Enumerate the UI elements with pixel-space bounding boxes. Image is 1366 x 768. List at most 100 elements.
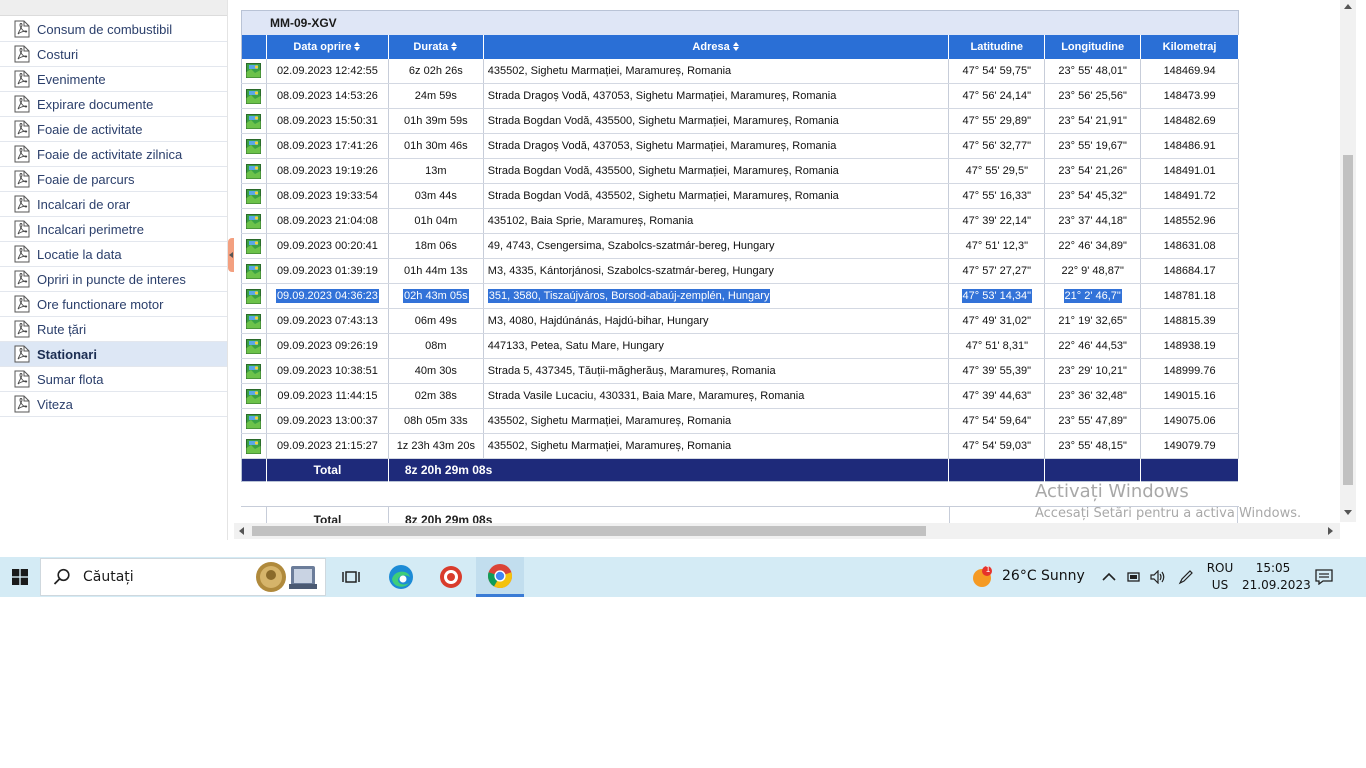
- table-row[interactable]: 08.09.2023 19:33:54 03m 44s Strada Bogdan …: [241, 183, 1239, 209]
- clock-date[interactable]: 21.09.2023: [1242, 578, 1311, 592]
- sidebar-report-item[interactable]: Opriri in puncte de interes: [0, 267, 227, 292]
- row-map-cell[interactable]: [241, 408, 267, 434]
- row-map-cell[interactable]: [241, 358, 267, 384]
- cell-kilometraj: 148486.91: [1140, 133, 1239, 159]
- row-map-cell[interactable]: [241, 58, 267, 84]
- sidebar-report-item[interactable]: Rute țări: [0, 317, 227, 342]
- table-row[interactable]: 08.09.2023 14:53:26 24m 59s Strada Dragoș …: [241, 83, 1239, 109]
- scroll-left-icon[interactable]: [239, 527, 244, 535]
- table-row[interactable]: 02.09.2023 12:42:55 6z 02h 26s 435502, Sig…: [241, 58, 1239, 84]
- map-icon[interactable]: [246, 388, 262, 404]
- map-icon[interactable]: [246, 88, 262, 104]
- row-map-cell[interactable]: [241, 158, 267, 184]
- map-icon[interactable]: [246, 313, 262, 329]
- sidebar-report-item[interactable]: Incalcari de orar: [0, 192, 227, 217]
- row-map-cell[interactable]: [241, 183, 267, 209]
- table-row[interactable]: 09.09.2023 11:44:15 02m 38s Strada Vasile …: [241, 383, 1239, 409]
- sort-icon[interactable]: [451, 42, 458, 52]
- sidebar-report-item[interactable]: Expirare documente: [0, 92, 227, 117]
- map-icon[interactable]: [246, 188, 262, 204]
- row-map-cell[interactable]: [241, 233, 267, 259]
- volume-icon[interactable]: [1150, 570, 1166, 584]
- table-row[interactable]: 09.09.2023 09:26:19 08m 447133, Petea, Sat…: [241, 333, 1239, 359]
- table-row[interactable]: 09.09.2023 07:43:13 06m 49s M3, 4080, Hajd…: [241, 308, 1239, 334]
- app-taskbar-button[interactable]: [433, 557, 469, 597]
- sidebar-report-item[interactable]: Costuri: [0, 42, 227, 67]
- map-icon[interactable]: [246, 113, 262, 129]
- chrome-taskbar-button[interactable]: [476, 557, 524, 597]
- row-map-cell[interactable]: [241, 333, 267, 359]
- row-map-cell[interactable]: [241, 383, 267, 409]
- sort-icon[interactable]: [354, 42, 361, 52]
- row-map-cell[interactable]: [241, 208, 267, 234]
- table-row[interactable]: 08.09.2023 17:41:26 01h 30m 46s Strada Dra…: [241, 133, 1239, 159]
- sidebar-report-item[interactable]: Foaie de parcurs: [0, 167, 227, 192]
- task-view-button[interactable]: [333, 557, 369, 597]
- map-icon[interactable]: [246, 438, 262, 454]
- row-map-cell[interactable]: [241, 83, 267, 109]
- map-icon[interactable]: [246, 163, 262, 179]
- map-icon[interactable]: [246, 63, 262, 79]
- sidebar-report-item[interactable]: Foaie de activitate zilnica: [0, 142, 227, 167]
- pen-icon[interactable]: [1178, 569, 1194, 585]
- cell-latitudine: 47° 49' 31,02": [948, 308, 1046, 334]
- map-icon[interactable]: [246, 363, 262, 379]
- chevron-up-icon[interactable]: [1102, 572, 1116, 582]
- weather-description[interactable]: Sunny: [1041, 568, 1085, 584]
- table-row[interactable]: 08.09.2023 15:50:31 01h 39m 59s Strada Bog…: [241, 108, 1239, 134]
- row-map-cell[interactable]: [241, 133, 267, 159]
- vertical-scroll-thumb[interactable]: [1343, 155, 1353, 485]
- horizontal-scrollbar[interactable]: [234, 523, 1340, 539]
- sidebar-report-item[interactable]: Stationari: [0, 342, 227, 367]
- map-icon[interactable]: [246, 338, 262, 354]
- horizontal-scroll-thumb[interactable]: [252, 526, 926, 536]
- table-row[interactable]: 09.09.2023 04:36:23 02h 43m 05s 351, 3580,…: [241, 283, 1239, 309]
- sidebar-report-item[interactable]: Evenimente: [0, 67, 227, 92]
- row-map-cell[interactable]: [241, 258, 267, 284]
- clock-time[interactable]: 15:05: [1242, 561, 1304, 575]
- header-data-oprire[interactable]: Data oprire: [266, 34, 389, 59]
- table-row[interactable]: 08.09.2023 21:04:08 01h 04m 435102, Baia S…: [241, 208, 1239, 234]
- language-top[interactable]: ROU: [1205, 561, 1235, 575]
- map-icon[interactable]: [246, 413, 262, 429]
- scroll-up-icon[interactable]: [1344, 4, 1352, 9]
- cell-latitudine: 47° 55' 16,33": [948, 183, 1046, 209]
- sidebar-report-item[interactable]: Incalcari perimetre: [0, 217, 227, 242]
- map-icon[interactable]: [246, 238, 262, 254]
- sidebar-report-item[interactable]: Viteza: [0, 392, 227, 417]
- table-row[interactable]: 09.09.2023 10:38:51 40m 30s Strada 5, 4373…: [241, 358, 1239, 384]
- table-row[interactable]: 09.09.2023 01:39:19 01h 44m 13s M3, 4335, …: [241, 258, 1239, 284]
- notifications-icon[interactable]: [1315, 569, 1333, 585]
- header-adresa[interactable]: Adresa: [483, 34, 950, 59]
- start-button[interactable]: [0, 557, 40, 597]
- language-bottom[interactable]: US: [1205, 578, 1235, 592]
- table-row[interactable]: 09.09.2023 13:00:37 08h 05m 33s 435502, Si…: [241, 408, 1239, 434]
- map-icon[interactable]: [246, 138, 262, 154]
- row-map-cell[interactable]: [241, 108, 267, 134]
- cell-text: 09.09.2023 09:26:19: [276, 340, 378, 352]
- table-row[interactable]: 08.09.2023 19:19:26 13m Strada Bogdan Vodă…: [241, 158, 1239, 184]
- sidebar-report-item[interactable]: Sumar flota: [0, 367, 227, 392]
- sidebar-report-item[interactable]: Consum de combustibil: [0, 17, 227, 42]
- taskbar-search-input[interactable]: Căutați: [40, 558, 326, 596]
- map-icon[interactable]: [246, 288, 262, 304]
- sidebar-report-item[interactable]: Ore functionare motor: [0, 292, 227, 317]
- header-durata[interactable]: Durata: [388, 34, 484, 59]
- row-map-cell[interactable]: [241, 433, 267, 459]
- table-row[interactable]: 09.09.2023 21:15:27 1z 23h 43m 20s 435502,…: [241, 433, 1239, 459]
- scroll-down-icon[interactable]: [1344, 510, 1352, 515]
- vertical-scrollbar[interactable]: [1340, 0, 1356, 522]
- map-icon[interactable]: [246, 213, 262, 229]
- edge-taskbar-button[interactable]: [383, 557, 419, 597]
- table-row[interactable]: 09.09.2023 00:20:41 18m 06s 49, 4743, Csen…: [241, 233, 1239, 259]
- cell-text: Strada Bogdan Vodă, 435500, Sighetu Marm…: [487, 115, 839, 127]
- row-map-cell[interactable]: [241, 308, 267, 334]
- row-map-cell[interactable]: [241, 283, 267, 309]
- map-icon[interactable]: [246, 263, 262, 279]
- sort-icon[interactable]: [732, 42, 740, 52]
- sidebar-report-item[interactable]: Foaie de activitate: [0, 117, 227, 142]
- sidebar-report-item[interactable]: Locatie la data: [0, 242, 227, 267]
- battery-icon[interactable]: [1126, 570, 1142, 584]
- scroll-right-icon[interactable]: [1328, 527, 1333, 535]
- weather-temperature[interactable]: 26°C: [1002, 568, 1037, 584]
